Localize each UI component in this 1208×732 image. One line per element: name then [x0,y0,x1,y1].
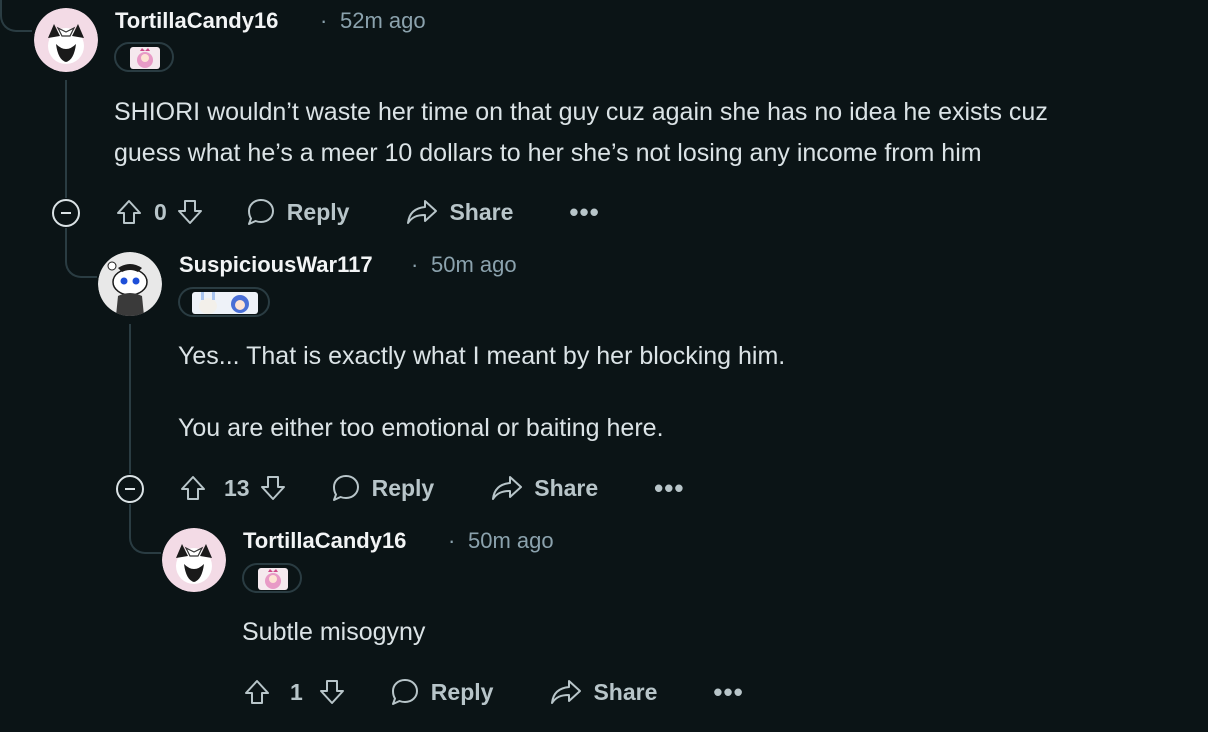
reply-bubble-icon [332,475,359,501]
comment-author[interactable]: TortillaCandy16 [243,528,406,554]
flair-character-icon [258,568,288,590]
upvote-icon[interactable] [114,197,144,227]
upvote-icon[interactable] [242,677,272,707]
comment-actions: 13 Reply Share ••• [178,468,684,508]
more-icon[interactable]: ••• [569,199,599,225]
comment-body-line: SHIORI wouldn’t waste her time on that g… [114,98,1048,126]
reply-bubble-icon [391,679,418,705]
reply-button[interactable]: Reply [389,676,493,708]
more-icon[interactable]: ••• [654,475,684,501]
more-icon[interactable]: ••• [713,679,743,705]
reply-bubble-icon [247,199,274,225]
downvote-icon[interactable] [258,473,288,503]
collapse-icon[interactable] [116,475,144,503]
comment-timestamp[interactable]: 52m ago [340,8,426,34]
thread-line [65,80,67,198]
share-button[interactable]: Share [549,677,657,707]
reply-button[interactable]: Reply [245,196,349,228]
upvote-icon[interactable] [178,473,208,503]
share-arrow-icon [551,680,582,704]
thread-connector [0,0,32,32]
comment-author[interactable]: SuspiciousWar117 [179,252,373,278]
thread-line [129,324,131,474]
vote-count: 13 [224,474,250,501]
vote-count: 0 [154,198,167,225]
flair-character-icon [130,47,160,69]
user-flair [242,563,302,593]
comment-author[interactable]: TortillaCandy16 [115,8,278,34]
share-arrow-icon [492,476,523,500]
comment-timestamp[interactable]: 50m ago [431,252,517,278]
downvote-icon[interactable] [317,677,347,707]
comment-body-line: guess what he’s a meer 10 dollars to her… [114,139,982,167]
share-arrow-icon [407,200,438,224]
cat-avatar-icon [162,528,226,592]
comment-body-line: You are either too emotional or baiting … [178,414,664,442]
share-button[interactable]: Share [405,197,513,227]
comment-timestamp[interactable]: 50m ago [468,528,554,554]
downvote-icon[interactable] [175,197,205,227]
time-separator: · [411,252,419,277]
vote-count: 1 [290,678,303,705]
thread-connector [65,228,97,278]
snoo-avatar-icon [98,252,162,316]
user-flair [114,42,174,72]
avatar[interactable] [162,528,226,592]
user-flair [178,287,270,317]
comment-actions: 1 Reply Share ••• [242,672,744,712]
share-button[interactable]: Share [490,473,598,503]
time-separator: · [320,8,328,33]
comment-body-line: Yes... That is exactly what I meant by h… [178,342,786,370]
comment-body-line: Subtle misogyny [242,618,426,646]
avatar[interactable] [34,8,98,72]
thread-connector [129,504,161,554]
flair-character-icon [192,292,258,314]
cat-avatar-icon [34,8,98,72]
comment-actions: 0 Reply Share ••• [114,192,600,232]
avatar[interactable] [98,252,162,316]
collapse-icon[interactable] [52,199,80,227]
time-separator: · [448,528,456,553]
reply-button[interactable]: Reply [330,472,434,504]
